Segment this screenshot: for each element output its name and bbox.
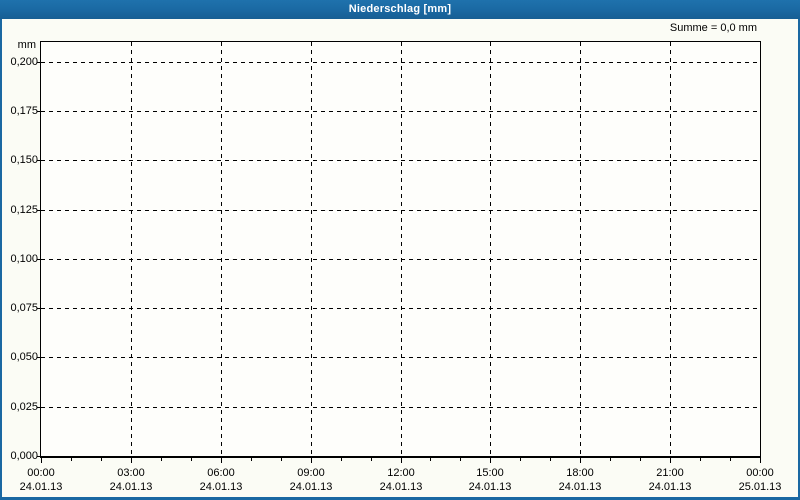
x-gridline (580, 42, 581, 456)
x-axis-minor-tick (161, 458, 162, 461)
y-axis-tick (37, 160, 40, 161)
y-tick-label: 0,075 (10, 302, 38, 314)
x-axis-major-tick (131, 458, 132, 463)
x-axis-minor-tick (371, 458, 372, 461)
x-tick-date-label: 24.01.13 (289, 481, 333, 493)
x-gridline (131, 42, 132, 456)
x-axis-minor-tick (251, 458, 252, 461)
x-gridline (221, 42, 222, 456)
y-tick-label: 0,150 (10, 154, 38, 166)
x-axis-minor-tick (730, 458, 731, 461)
y-tick-label: 0,000 (10, 450, 38, 462)
y-axis-tick (37, 210, 40, 211)
x-gridline (311, 42, 312, 456)
x-tick-date-label: 24.01.13 (199, 481, 243, 493)
x-axis-minor-tick (341, 458, 342, 461)
y-axis-tick (37, 259, 40, 260)
x-axis-minor-tick (610, 458, 611, 461)
x-axis-major-tick (580, 458, 581, 463)
x-axis-minor-tick (460, 458, 461, 461)
x-axis-major-tick (221, 458, 222, 463)
x-gridline (670, 42, 671, 456)
x-axis-minor-tick (700, 458, 701, 461)
x-axis-minor-tick (101, 458, 102, 461)
x-axis-minor-tick (430, 458, 431, 461)
page-border-left (0, 0, 2, 500)
x-tick-time-label: 03:00 (117, 467, 145, 479)
x-tick-date-label: 24.01.13 (648, 481, 692, 493)
y-axis-tick (37, 456, 40, 457)
x-axis-major-tick (760, 458, 761, 463)
plot-area (40, 41, 761, 458)
y-tick-label: 0,100 (10, 253, 38, 265)
x-axis-minor-tick (281, 458, 282, 461)
x-tick-date-label: 24.01.13 (468, 481, 512, 493)
x-tick-date-label: 24.01.13 (109, 481, 153, 493)
x-tick-time-label: 09:00 (297, 467, 325, 479)
y-axis-unit-label: mm (17, 39, 36, 51)
x-gridline (401, 42, 402, 456)
y-axis-tick (37, 407, 40, 408)
x-tick-date-label: 24.01.13 (558, 481, 602, 493)
y-axis-tick (37, 62, 40, 63)
x-tick-time-label: 21:00 (656, 467, 684, 479)
x-axis-major-tick (490, 458, 491, 463)
chart-title-bar: Niederschlag [mm] (0, 0, 800, 19)
chart-title: Niederschlag [mm] (348, 3, 452, 15)
x-gridline (490, 42, 491, 456)
y-tick-label: 0,175 (10, 105, 38, 117)
x-axis-minor-tick (520, 458, 521, 461)
x-axis-major-tick (41, 458, 42, 463)
x-axis-minor-tick (640, 458, 641, 461)
x-tick-time-label: 06:00 (207, 467, 235, 479)
x-axis-major-tick (311, 458, 312, 463)
y-axis-tick (37, 111, 40, 112)
x-tick-time-label: 00:00 (746, 467, 774, 479)
x-tick-time-label: 18:00 (566, 467, 594, 479)
x-tick-date-label: 24.01.13 (379, 481, 423, 493)
sum-annotation: Summe = 0,0 mm (669, 22, 757, 34)
y-tick-label: 0,125 (10, 204, 38, 216)
x-tick-time-label: 15:00 (476, 467, 504, 479)
x-tick-time-label: 12:00 (387, 467, 415, 479)
x-tick-date-label: 25.01.13 (738, 481, 782, 493)
y-tick-label: 0,200 (10, 56, 38, 68)
y-tick-label: 0,025 (10, 401, 38, 413)
x-axis-major-tick (401, 458, 402, 463)
x-axis-minor-tick (71, 458, 72, 461)
x-axis-minor-tick (550, 458, 551, 461)
x-tick-time-label: 00:00 (27, 467, 55, 479)
x-tick-date-label: 24.01.13 (19, 481, 63, 493)
x-axis-major-tick (670, 458, 671, 463)
y-axis-tick (37, 357, 40, 358)
y-tick-label: 0,050 (10, 351, 38, 363)
x-axis-minor-tick (191, 458, 192, 461)
y-axis-tick (37, 308, 40, 309)
